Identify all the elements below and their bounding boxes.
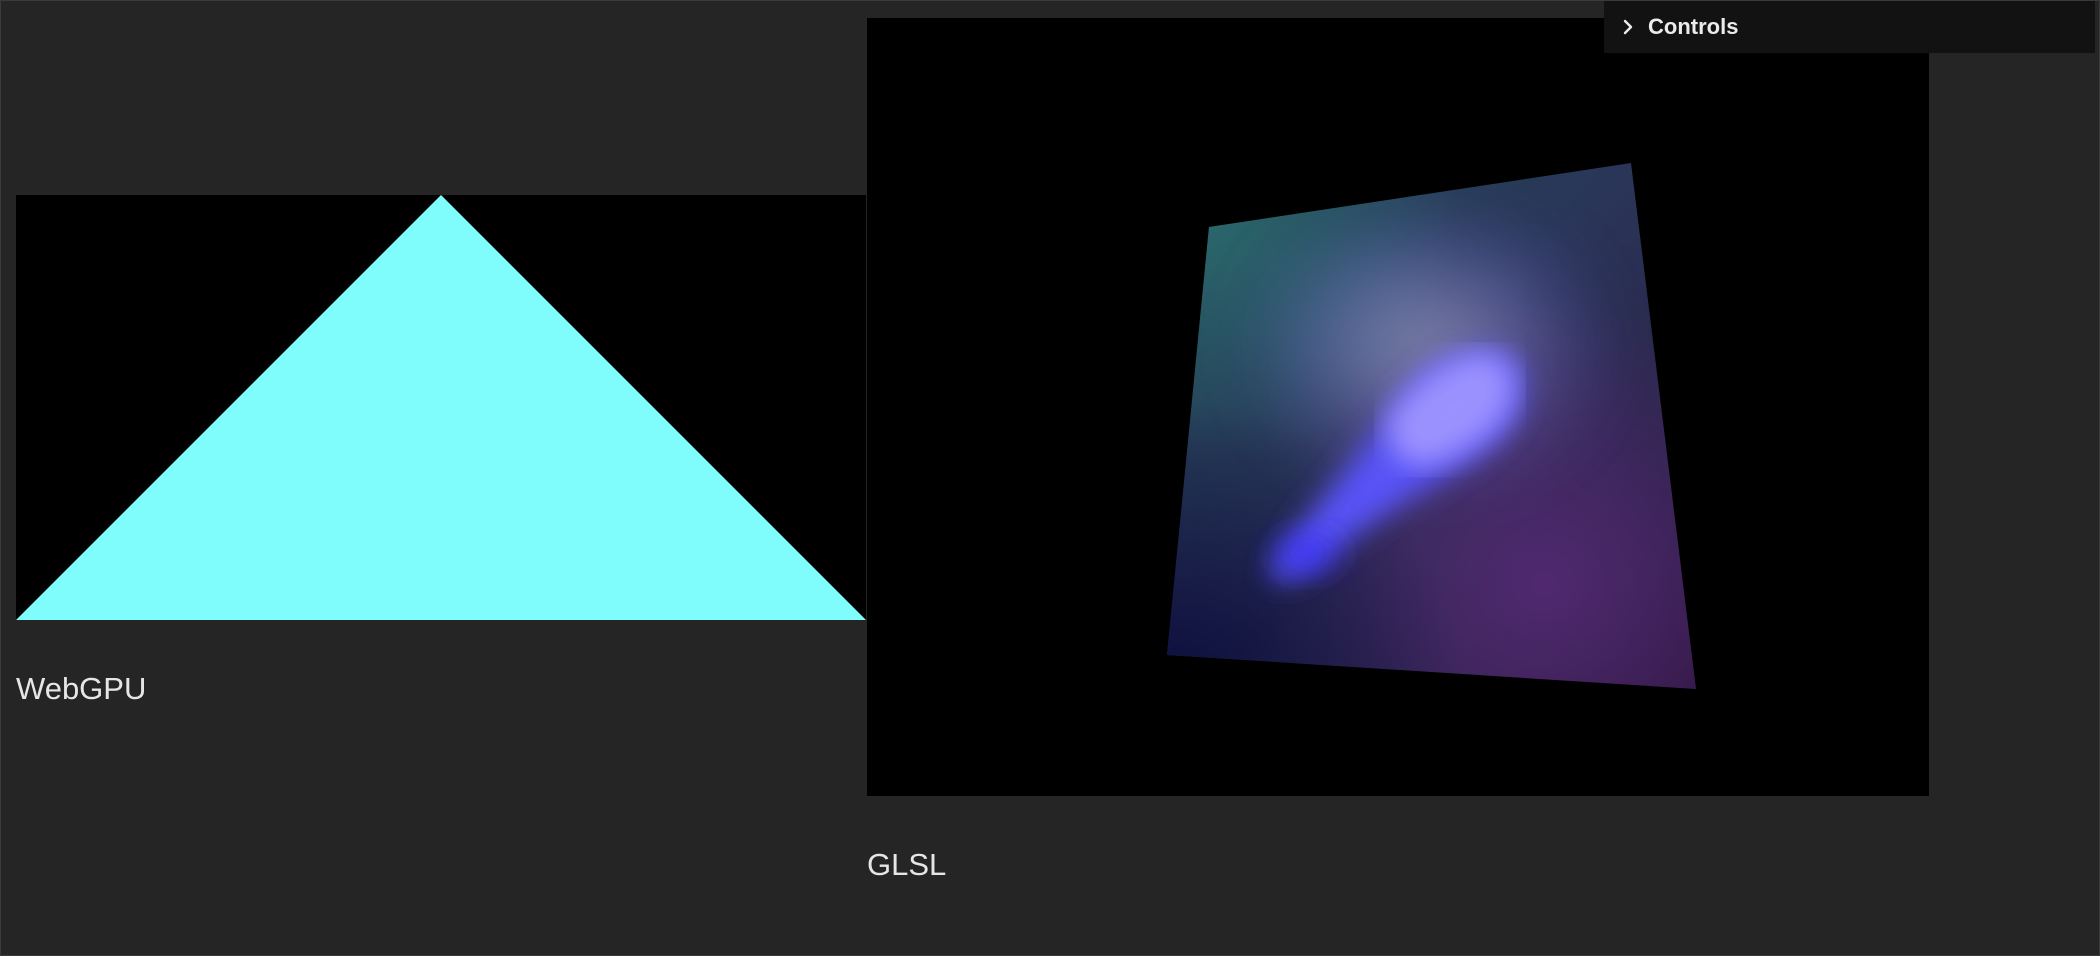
chevron-right-icon (1623, 19, 1633, 35)
webgpu-caption: WebGPU (16, 671, 147, 706)
cyan-triangle (16, 195, 866, 620)
controls-label: Controls (1648, 14, 1739, 39)
webgpu-canvas[interactable] (16, 195, 866, 620)
glsl-caption: GLSL (867, 847, 947, 882)
page: WebGPU GLSL Controls (0, 0, 2100, 956)
glsl-canvas[interactable] (867, 18, 1929, 796)
glsl-quad-render (1167, 163, 1696, 689)
controls-panel-toggle[interactable]: Controls (1604, 1, 2095, 53)
webgpu-triangle-render (16, 195, 866, 620)
gradient-quad (1167, 163, 1696, 689)
